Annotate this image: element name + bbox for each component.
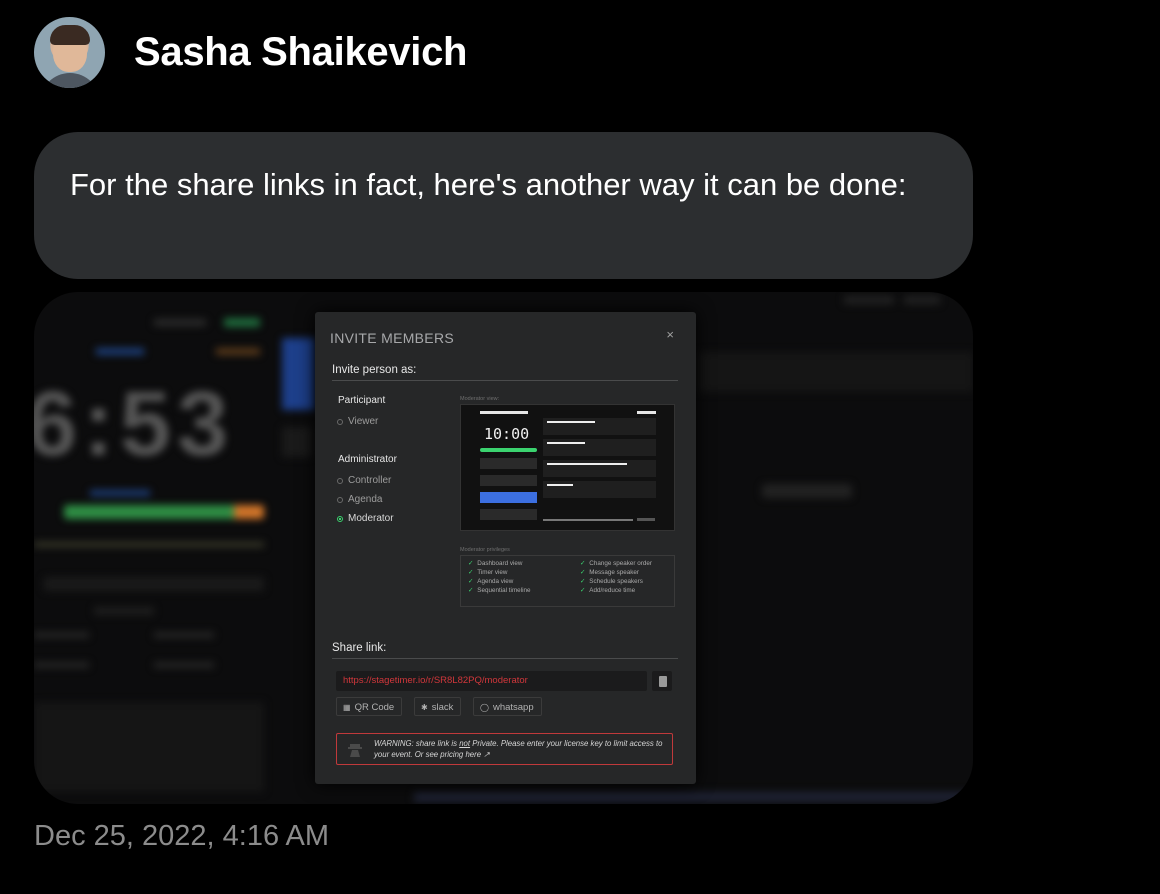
modal-title: INVITE MEMBERS — [330, 330, 454, 346]
slack-button[interactable]: ✱ slack — [414, 697, 462, 716]
warning-banner: WARNING: share link is not Private. Plea… — [336, 733, 673, 765]
slack-icon: ✱ — [421, 703, 428, 712]
role-label: Viewer — [348, 416, 379, 427]
external-link-icon[interactable]: ↗ — [483, 750, 490, 759]
button-label: whatsapp — [492, 702, 534, 713]
role-option-viewer[interactable]: Viewer — [337, 416, 378, 427]
check-icon: ✓ — [468, 578, 474, 585]
invite-members-modal: INVITE MEMBERS × Invite person as: Parti… — [315, 312, 696, 784]
radio-icon — [337, 418, 343, 425]
qr-code-button[interactable]: ▦ QR Code — [336, 697, 403, 716]
preview-label: Moderator view: — [460, 396, 500, 402]
message-timestamp: Dec 25, 2022, 4:16 AM — [34, 820, 330, 852]
message-text: For the share links in fact, here's anot… — [70, 167, 907, 202]
copy-icon[interactable] — [652, 671, 672, 691]
role-label: Moderator — [348, 513, 394, 524]
share-link-field[interactable]: https://stagetimer.io/r/SR8L82PQ/moderat… — [336, 671, 647, 691]
avatar[interactable] — [34, 17, 105, 88]
privileges-list: ✓ Dashboard view ✓ Timer view ✓ Agenda view… — [460, 555, 675, 607]
avatar-shirt — [40, 73, 100, 88]
check-icon: ✓ — [468, 560, 474, 567]
warning-text: WARNING: share link is not Private. Plea… — [374, 739, 663, 759]
check-icon: ✓ — [580, 560, 586, 567]
qr-code-icon: ▦ — [343, 703, 351, 712]
check-icon: ✓ — [468, 569, 474, 576]
radio-icon — [337, 477, 343, 484]
role-option-controller[interactable]: Controller — [337, 475, 391, 486]
privilege-item: ✓ Message speaker — [580, 569, 639, 576]
whatsapp-icon: ◯ — [480, 703, 489, 712]
privilege-item: ✓ Schedule speakers — [580, 578, 643, 585]
message-bubble: For the share links in fact, here's anot… — [34, 132, 973, 279]
privilege-item: ✓ Timer view — [468, 569, 508, 576]
preview-timer: 10:00 — [484, 425, 530, 443]
attached-screenshot[interactable]: 6:53 INVITE MEMBERS × Invite person as: … — [34, 292, 973, 804]
divider — [332, 380, 678, 381]
check-icon: ✓ — [468, 587, 474, 594]
administrator-group-label: Administrator — [338, 454, 397, 465]
moderator-view-preview: 10:00 — [460, 404, 675, 531]
sender-name[interactable]: Sasha Shaikevich — [134, 30, 467, 75]
radio-selected-icon — [337, 515, 343, 522]
invite-heading: Invite person as: — [332, 364, 417, 376]
privilege-item: ✓ Dashboard view — [468, 560, 523, 567]
button-label: QR Code — [354, 702, 395, 713]
share-heading: Share link: — [332, 642, 387, 654]
check-icon: ✓ — [580, 578, 586, 585]
divider — [332, 658, 678, 659]
whatsapp-button[interactable]: ◯ whatsapp — [473, 697, 542, 716]
close-icon[interactable]: × — [666, 327, 674, 342]
role-label: Agenda — [348, 494, 383, 505]
privilege-item: ✓ Sequential timeline — [468, 587, 531, 594]
role-option-moderator[interactable]: Moderator — [337, 513, 394, 524]
role-option-agenda[interactable]: Agenda — [337, 494, 382, 505]
participant-group-label: Participant — [338, 395, 386, 406]
radio-icon — [337, 496, 343, 503]
privileges-label: Moderator privileges — [460, 547, 510, 553]
role-label: Controller — [348, 475, 392, 486]
avatar-hair — [50, 25, 90, 45]
privilege-item: ✓ Add/reduce time — [580, 587, 636, 594]
button-label: slack — [431, 702, 454, 713]
check-icon: ✓ — [580, 569, 586, 576]
spy-icon — [348, 744, 362, 757]
background-clock: 6:53 — [34, 373, 235, 475]
check-icon: ✓ — [580, 587, 586, 594]
privilege-item: ✓ Agenda view — [468, 578, 514, 585]
privilege-item: ✓ Change speaker order — [580, 560, 652, 567]
